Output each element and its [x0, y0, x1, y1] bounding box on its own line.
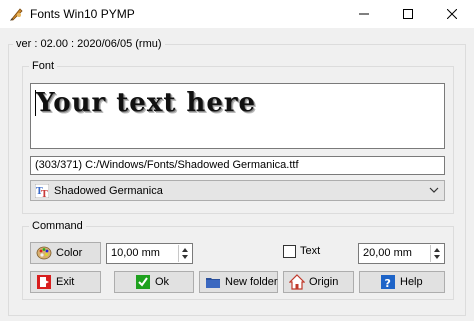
- font-path-field[interactable]: (303/371) C:/Windows/Fonts/Shadowed Germ…: [30, 156, 445, 175]
- text-checkbox[interactable]: [283, 245, 296, 258]
- color-button-label: Color: [56, 247, 83, 259]
- version-label: ver : 02.00 : 2020/06/05 (rmu): [13, 38, 165, 50]
- selected-font-name: Shadowed Germanica: [54, 184, 163, 197]
- palette-icon: [36, 245, 52, 261]
- size-stepper-left[interactable]: 10,00 mm: [106, 243, 193, 264]
- stepper-arrows[interactable]: [178, 245, 191, 262]
- help-button-label: Help: [400, 276, 423, 288]
- color-button[interactable]: Color: [30, 242, 101, 264]
- help-button[interactable]: ? Help: [359, 271, 445, 293]
- font-select[interactable]: T T Shadowed Germanica: [30, 180, 445, 201]
- help-icon: ?: [380, 274, 396, 290]
- title-bar[interactable]: Fonts Win10 PYMP: [0, 0, 474, 28]
- text-checkbox-label[interactable]: Text: [300, 245, 320, 257]
- chevron-down-icon: [429, 187, 439, 193]
- new-folder-button-label: New folder: [225, 276, 278, 288]
- minimize-button[interactable]: [342, 0, 386, 28]
- minimize-icon: [359, 13, 369, 15]
- size-value-left: 10,00 mm: [111, 247, 160, 259]
- command-group-label: Command: [29, 219, 86, 233]
- checkmark-icon: [135, 274, 151, 290]
- preview-text: Your text here: [36, 88, 257, 118]
- exit-button[interactable]: Exit: [30, 271, 101, 293]
- font-group-label: Font: [29, 59, 58, 73]
- size-value-right: 20,00 mm: [363, 247, 412, 259]
- truetype-icon: T T: [34, 183, 50, 200]
- size-stepper-right[interactable]: 20,00 mm: [358, 243, 445, 264]
- ok-button-label: Ok: [155, 276, 170, 288]
- close-button[interactable]: [430, 0, 474, 28]
- maximize-button[interactable]: [386, 0, 430, 28]
- feather-pen-icon: [8, 6, 24, 22]
- folder-icon: [205, 274, 221, 290]
- stepper-down-icon[interactable]: [182, 255, 188, 259]
- stepper-arrows[interactable]: [430, 245, 443, 262]
- exit-button-label: Exit: [56, 276, 75, 288]
- home-icon: [288, 274, 306, 290]
- origin-button-label: Origin: [309, 276, 339, 288]
- svg-text:T: T: [41, 190, 48, 198]
- new-folder-button[interactable]: New folder: [199, 271, 278, 293]
- close-icon: [447, 9, 457, 19]
- svg-text:?: ?: [385, 277, 391, 290]
- stepper-down-icon[interactable]: [434, 255, 440, 259]
- exit-icon: [36, 274, 52, 290]
- window-title: Fonts Win10 PYMP: [30, 7, 135, 21]
- ok-button[interactable]: Ok: [114, 271, 194, 293]
- preview-text-input[interactable]: Your text here: [30, 83, 445, 149]
- stepper-up-icon[interactable]: [182, 248, 188, 252]
- stepper-up-icon[interactable]: [434, 248, 440, 252]
- origin-button[interactable]: Origin: [283, 271, 354, 293]
- maximize-icon: [403, 9, 413, 19]
